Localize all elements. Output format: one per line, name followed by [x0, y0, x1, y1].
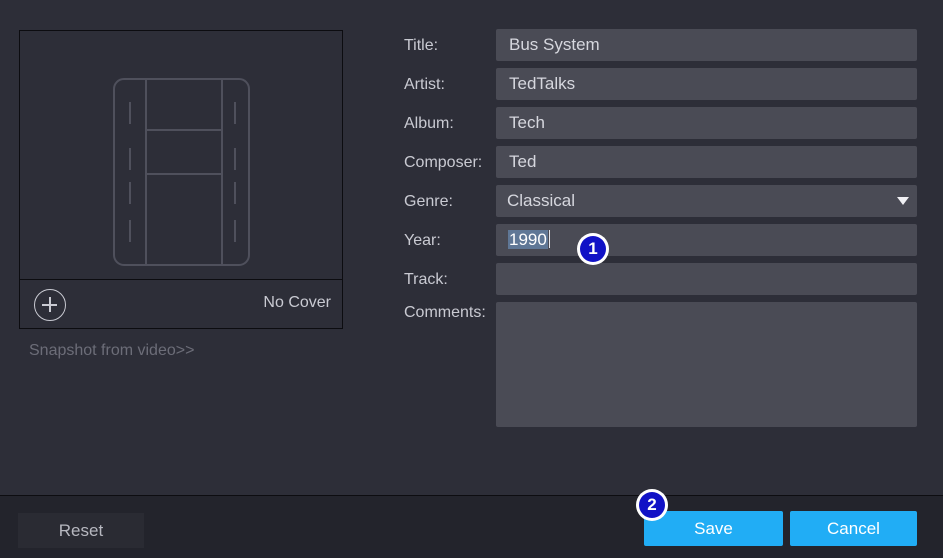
film-icon [113, 78, 250, 266]
cover-panel: No Cover [19, 30, 343, 329]
comments-label: Comments: [404, 304, 486, 321]
artist-field[interactable]: TedTalks [496, 68, 917, 100]
save-button[interactable]: Save [644, 511, 783, 546]
add-cover-button[interactable] [34, 289, 66, 321]
genre-value: Classical [507, 191, 576, 210]
bottom-bar: Reset Save Cancel [0, 495, 943, 558]
album-field[interactable]: Tech [496, 107, 917, 139]
edit-metadata-dialog: No Cover Snapshot from video>> Title: Bu… [0, 0, 943, 558]
year-value: 1990 [508, 230, 548, 249]
composer-field[interactable]: Ted [496, 146, 917, 178]
reset-button[interactable]: Reset [18, 513, 144, 548]
callout-badge-1: 1 [577, 233, 609, 265]
album-label: Album: [404, 115, 454, 132]
callout-number-2: 2 [639, 492, 665, 518]
year-label: Year: [404, 232, 441, 249]
comments-field[interactable] [496, 302, 917, 427]
track-field[interactable] [496, 263, 917, 295]
composer-label: Composer: [404, 154, 483, 171]
title-field[interactable]: Bus System [496, 29, 917, 61]
callout-badge-2: 2 [636, 489, 668, 521]
genre-select[interactable]: Classical [496, 185, 917, 217]
year-field[interactable]: 1990 [496, 224, 917, 256]
title-label: Title: [404, 37, 439, 54]
no-cover-label: No Cover [263, 294, 331, 311]
genre-label: Genre: [404, 193, 453, 210]
track-label: Track: [404, 271, 448, 288]
chevron-down-icon[interactable] [897, 197, 909, 205]
cover-preview [20, 31, 342, 279]
callout-number-1: 1 [580, 236, 606, 262]
cancel-button[interactable]: Cancel [790, 511, 917, 546]
artist-label: Artist: [404, 76, 445, 93]
text-cursor [548, 230, 550, 248]
snapshot-from-video-link[interactable]: Snapshot from video>> [29, 342, 194, 360]
cover-footer: No Cover [20, 279, 342, 328]
